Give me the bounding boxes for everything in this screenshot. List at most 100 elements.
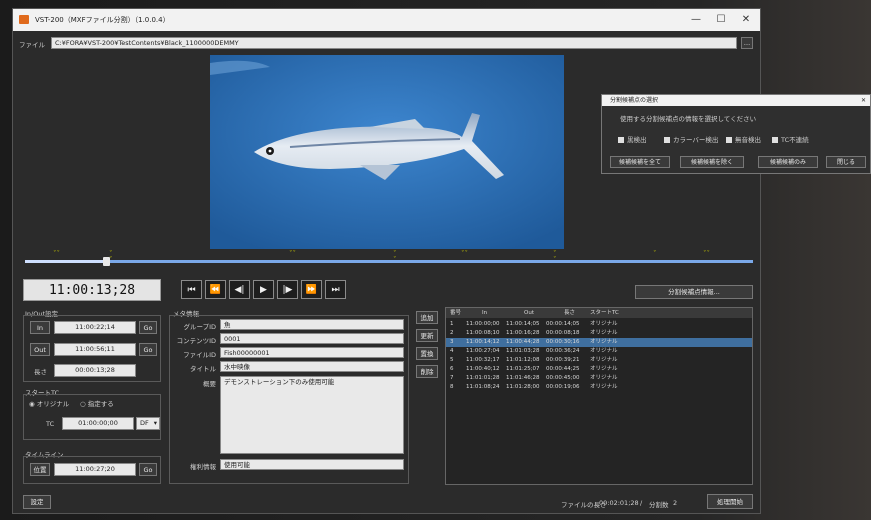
- table-row[interactable]: 6 11:00:40;12 11:01:25;07 00:00:44;25 オリジナル: [446, 365, 752, 374]
- split-marker: ˇ ˇ: [109, 250, 113, 264]
- table-row[interactable]: 4 11:00:27;04 11:01:03;28 00:00:36;24 オリジナル: [446, 347, 752, 356]
- table-cell: 11:00:14;05: [506, 321, 540, 327]
- table-row[interactable]: 3 11:00:14;12 11:00:44;28 00:00:30;16 オリジナル: [446, 338, 752, 347]
- column-header-number[interactable]: 番号: [450, 308, 461, 318]
- in-go-button[interactable]: Go: [139, 321, 157, 334]
- in-time-field[interactable]: 11:00:22;14: [54, 321, 136, 334]
- table-header: 番号 In Out 長さ スタートTC: [446, 308, 752, 318]
- title-label: タイトル: [190, 365, 216, 373]
- summary-textarea[interactable]: デモンストレーション下のみ使用可能: [220, 376, 404, 454]
- column-header-out[interactable]: Out: [524, 308, 534, 318]
- go-to-end-button[interactable]: ⏭: [325, 280, 346, 299]
- step-back-icon: ◀|: [234, 285, 245, 295]
- fast-forward-icon: ⏩: [305, 285, 318, 295]
- split-marker: ˇˇ: [461, 250, 468, 258]
- table-cell: 11:01:08;24: [466, 384, 500, 390]
- close-button[interactable]: ✕: [735, 13, 757, 27]
- content-id-field[interactable]: 0001: [220, 333, 404, 344]
- option-tc-discontinuity[interactable]: TC不連続: [772, 134, 809, 144]
- position-go-button[interactable]: Go: [139, 463, 157, 476]
- split-info-button[interactable]: 分割候補点情報...: [635, 285, 753, 299]
- table-cell: オリジナル: [590, 357, 618, 363]
- out-go-button[interactable]: Go: [139, 343, 157, 356]
- option-silence-label: 無音検出: [735, 136, 761, 144]
- option-black-label: 黒検出: [627, 136, 647, 144]
- table-row[interactable]: 2 11:00:08;10 11:00:16;28 00:00:08;18 オリジナル: [446, 329, 752, 338]
- rights-field[interactable]: 使用可能: [220, 459, 404, 470]
- title-field[interactable]: 水中映像: [220, 361, 404, 372]
- dialog-title-bar: 分割候補点の選択 ✕: [602, 95, 870, 106]
- minimize-button[interactable]: —: [685, 13, 707, 27]
- table-cell: 00:00:30;16: [546, 339, 580, 345]
- skip-start-icon: ⏮: [187, 285, 196, 295]
- fast-forward-button[interactable]: ⏩: [301, 280, 322, 299]
- file-id-label: ファイルID: [183, 351, 216, 359]
- table-row[interactable]: 8 11:01:08;24 11:01:28;00 00:00:19;06 オリジナル: [446, 383, 752, 392]
- title-bar: VST-200（MXFファイル分割）（1.0.0.4） — ☐ ✕: [13, 9, 760, 31]
- dialog-close-button[interactable]: 閉じる: [826, 156, 866, 168]
- start-tc-field[interactable]: 01:00:00;00: [62, 417, 134, 430]
- option-black-detect[interactable]: 黒検出: [618, 134, 647, 144]
- table-cell: オリジナル: [590, 366, 618, 372]
- replace-button[interactable]: 置換: [416, 347, 438, 360]
- dialog-exclude-button[interactable]: 候補候補を除く: [680, 156, 744, 168]
- browse-button[interactable]: …: [741, 37, 753, 49]
- maximize-button[interactable]: ☐: [710, 13, 732, 27]
- table-cell: 11:01:12;08: [506, 357, 540, 363]
- out-time-field[interactable]: 11:00:56;11: [54, 343, 136, 356]
- table-cell: 11:01:25;07: [506, 366, 540, 372]
- app-logo-icon: [19, 15, 29, 24]
- timecode-display: 11:00:13;28: [23, 279, 161, 301]
- add-button[interactable]: 追加: [416, 311, 438, 324]
- column-header-in[interactable]: In: [482, 308, 487, 318]
- table-cell: 11:00:27;04: [466, 348, 500, 354]
- step-back-button[interactable]: ◀|: [229, 280, 250, 299]
- timeline-group: 位置 11:00:27;20 Go: [23, 456, 161, 484]
- status-separator: /: [640, 499, 643, 507]
- radio-checked-icon: ◉: [29, 400, 35, 408]
- video-frame-image: [210, 55, 564, 249]
- radio-original-label: オリジナル: [36, 400, 70, 408]
- play-icon: ▶: [260, 285, 267, 295]
- file-id-field[interactable]: Fish00000001: [220, 347, 404, 358]
- option-colorbar-detect[interactable]: カラーバー検出: [664, 134, 718, 144]
- option-silence-detect[interactable]: 無音検出: [726, 134, 761, 144]
- split-count-value: 2: [673, 499, 678, 507]
- delete-button[interactable]: 削除: [416, 365, 438, 378]
- settings-button[interactable]: 設定: [23, 495, 51, 509]
- in-button[interactable]: In: [30, 321, 50, 334]
- chevron-down-icon: ▾: [153, 419, 157, 427]
- video-preview: [210, 55, 564, 249]
- table-cell: 5: [450, 357, 454, 363]
- table-row[interactable]: 7 11:01:01;28 11:01:46;28 00:00:45;00 オリジナル: [446, 374, 752, 383]
- start-process-button[interactable]: 処理開始: [707, 494, 753, 509]
- table-cell: 11:00:16;28: [506, 330, 540, 336]
- timeline-track[interactable]: [25, 260, 753, 263]
- step-forward-button[interactable]: |▶: [277, 280, 298, 299]
- file-path-field[interactable]: C:¥FORA¥VST-200¥TestContents¥Black_11000…: [51, 37, 737, 49]
- table-row[interactable]: 5 11:00:32;17 11:01:12;08 00:00:39;21 オリジナル: [446, 356, 752, 365]
- group-id-field[interactable]: 魚: [220, 319, 404, 330]
- tc-mode-select[interactable]: DF ▾: [136, 417, 160, 430]
- table-cell: オリジナル: [590, 339, 618, 345]
- position-field[interactable]: 11:00:27;20: [54, 463, 136, 476]
- column-header-length[interactable]: 長さ: [564, 308, 575, 318]
- update-button[interactable]: 更新: [416, 329, 438, 342]
- tc-label: TC: [46, 420, 55, 428]
- go-to-start-button[interactable]: ⏮: [181, 280, 202, 299]
- rewind-button[interactable]: ⏪: [205, 280, 226, 299]
- dialog-only-button[interactable]: 候補候補のみ: [758, 156, 818, 168]
- dialog-select-all-button[interactable]: 候補候補を全て: [610, 156, 670, 168]
- step-forward-icon: |▶: [282, 285, 293, 295]
- radio-specified[interactable]: ○ 指定する: [80, 398, 114, 408]
- play-button[interactable]: ▶: [253, 280, 274, 299]
- table-cell: 11:00:00;00: [466, 321, 500, 327]
- radio-original[interactable]: ◉ オリジナル: [29, 398, 69, 408]
- position-button[interactable]: 位置: [30, 463, 50, 476]
- out-button[interactable]: Out: [30, 343, 50, 356]
- table-row[interactable]: 1 11:00:00;00 11:00:14;05 00:00:14;05 オリジナル: [446, 320, 752, 329]
- table-cell: 11:01:03;28: [506, 348, 540, 354]
- column-header-start-tc[interactable]: スタートTC: [590, 308, 619, 318]
- table-cell: オリジナル: [590, 348, 618, 354]
- dialog-close-icon[interactable]: ✕: [861, 95, 866, 106]
